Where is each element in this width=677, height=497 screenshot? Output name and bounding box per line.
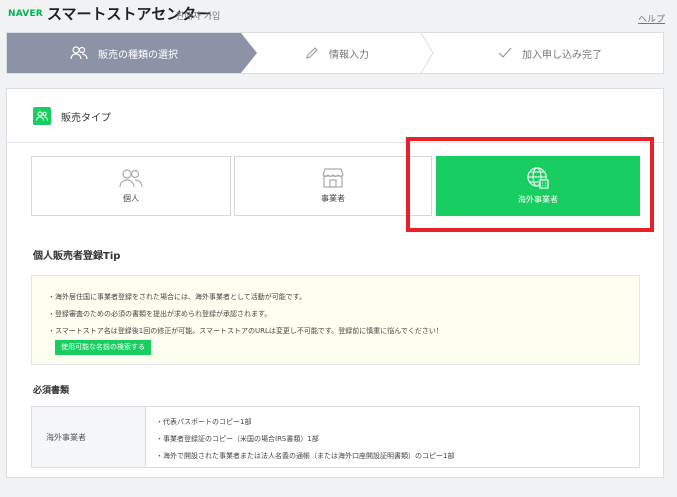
step-arrow <box>241 33 257 73</box>
store-icon <box>322 168 344 188</box>
required-docs-title: 必須書類 <box>33 386 70 396</box>
section-header: 販売タイプ <box>7 89 663 143</box>
users-icon <box>119 169 143 188</box>
brand-subtitle: 판매자 가입 <box>176 12 221 22</box>
doc-item: ・代表パスポートのコピー1部 <box>156 418 252 426</box>
doc-type-header: 海外事業者 <box>32 407 146 467</box>
section-title: 販売タイプ <box>61 113 111 124</box>
tip-line: ・スマートストア名は登録後1回の修正が可能。スマートストアのURLは変更し不可能… <box>48 327 443 335</box>
step-separator <box>420 33 434 73</box>
pencil-icon <box>306 47 318 59</box>
required-docs-table: 海外事業者 ・代表パスポートのコピー1部 ・事業者登録証のコピー（米国の場合IR… <box>31 406 640 468</box>
step-select-type: 販売の種類の選択 <box>7 33 241 73</box>
step-complete: 加入申し込み完了 <box>435 33 665 73</box>
check-icon <box>498 47 512 58</box>
step-label: 情報入力 <box>329 49 369 61</box>
selection-highlight-box <box>406 137 654 232</box>
doc-item: ・事業者登録証のコピー（米国の場合IRS書類）1部 <box>156 435 319 443</box>
users-icon <box>33 107 51 125</box>
users-icon <box>70 46 88 60</box>
progress-steps: 販売の種類の選択 情報入力 加入申し込み完了 <box>6 32 664 74</box>
help-link[interactable]: ヘルプ <box>638 12 665 25</box>
tip-line: ・登録審査のための必須の書類を提出が求められ登録が承認されます。 <box>48 310 272 318</box>
step-info-input: 情報入力 <box>257 33 417 73</box>
type-label: 事業者 <box>321 194 345 203</box>
type-label: 個人 <box>123 194 139 203</box>
search-available-name-button[interactable]: 使用可能な名前の検索する <box>55 340 151 355</box>
tip-title: 個人販売者登録Tip <box>33 251 121 262</box>
type-individual[interactable]: 個人 <box>31 156 231 216</box>
tip-line: ・海外居住国に事業者登録をされた場合には、海外事業者として活動が可能です。 <box>48 293 307 301</box>
type-business[interactable]: 事業者 <box>234 156 432 216</box>
doc-item: ・海外で開設された事業者または法人名義の通帳（または海外口座開設証明書類）のコピ… <box>156 452 455 460</box>
step-label: 加入申し込み完了 <box>522 49 602 61</box>
seller-type-card: 販売タイプ 個人 事業者 海外事業者 個人販売者登録Tip ・海外居住国に事業者… <box>6 88 664 478</box>
step-label: 販売の種類の選択 <box>98 49 178 61</box>
tip-box: ・海外居住国に事業者登録をされた場合には、海外事業者として活動が可能です。 ・登… <box>31 275 640 365</box>
top-bar: NAVER スマートストアセンター 판매자 가입 ヘルプ <box>0 0 677 32</box>
naver-logo[interactable]: NAVER <box>8 9 43 19</box>
